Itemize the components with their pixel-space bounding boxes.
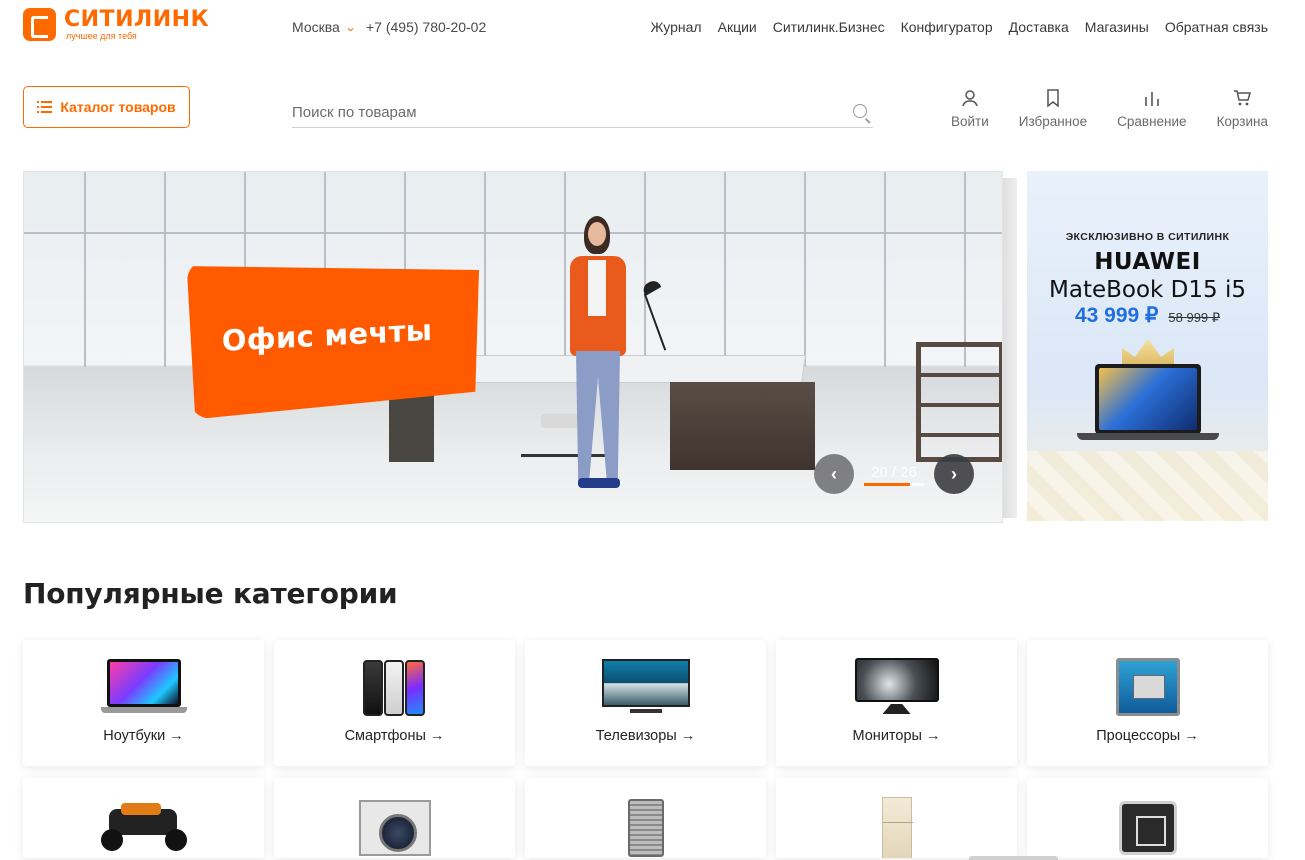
favorites-button[interactable]: Избранное (1019, 88, 1087, 129)
search-bar (292, 98, 873, 128)
cpu-icon (1115, 658, 1180, 716)
category-label: Телевизоры → (595, 728, 696, 744)
chevron-down-icon: ⌄ (344, 21, 357, 34)
side-floor (1027, 451, 1268, 521)
nav-link-promotions[interactable]: Акции (718, 19, 757, 35)
search-icon[interactable] (853, 104, 867, 118)
laptop-base (1077, 433, 1219, 440)
search-input[interactable] (292, 98, 832, 121)
smartphone-icon (362, 658, 427, 716)
logo-name: СИТИЛИНК (64, 7, 210, 32)
control-panel-icon (1118, 801, 1177, 855)
cart-label: Корзина (1216, 114, 1268, 129)
banner-stack-edge (1001, 178, 1017, 518)
side-exclusive-label: ЭКСКЛЮЗИВНО В СИТИЛИНК (1065, 231, 1230, 243)
washing-machine-icon (358, 800, 431, 856)
category-grid: Ноутбуки → Смартфоны → Телевизоры → Мони… (23, 640, 1268, 858)
laptop-image (1095, 364, 1201, 434)
login-button[interactable]: Войти (951, 88, 989, 129)
nav-link-stores[interactable]: Магазины (1085, 19, 1149, 35)
promo-title: Офис мечты (221, 312, 433, 358)
chevron-right-icon: › (951, 463, 957, 484)
compare-label: Сравнение (1117, 114, 1187, 129)
top-bar: СИТИЛИНК лучшее для тебя Москва ⌄ +7 (49… (0, 0, 1305, 56)
lawn-mower-icon (99, 801, 189, 855)
category-card-fridges[interactable] (776, 778, 1017, 858)
top-nav: Журнал Акции Ситилинк.Бизнес Конфигурато… (651, 19, 1268, 35)
category-card-laptops[interactable]: Ноутбуки → (23, 640, 264, 766)
promo-banner[interactable]: Офис мечты ‹ 20 / 26 › (23, 171, 1003, 523)
nav-link-delivery[interactable]: Доставка (1009, 19, 1069, 35)
catalog-button[interactable]: Каталог товаров (23, 86, 190, 128)
category-card-tvs[interactable]: Телевизоры → (525, 640, 766, 766)
category-card-washing-machines[interactable] (274, 778, 515, 858)
slide-prev-button[interactable]: ‹ (814, 454, 854, 494)
side-price: 43 999 ₽ (1074, 304, 1159, 327)
slide-progress (864, 483, 924, 486)
promo-badge: Офис мечты (187, 244, 482, 419)
nav-link-journal[interactable]: Журнал (651, 19, 702, 35)
category-card-monitors[interactable]: Мониторы → (776, 640, 1017, 766)
slide-counter: 20 / 26 (871, 464, 917, 481)
nav-link-feedback[interactable]: Обратная связь (1165, 19, 1268, 35)
cart-button[interactable]: Корзина (1217, 88, 1268, 129)
category-label: Мониторы → (852, 728, 941, 744)
side-brand: HUAWEI (1094, 249, 1201, 275)
category-label: Смартфоны → (344, 728, 445, 744)
category-card-smartphones[interactable]: Смартфоны → (274, 640, 515, 766)
city-selector[interactable]: Москва ⌄ (292, 19, 357, 35)
banner-model (562, 216, 632, 506)
monitor-icon (854, 658, 939, 716)
category-card-lawn-mowers[interactable] (23, 778, 264, 858)
compare-icon (1145, 92, 1159, 106)
banner-floor (24, 367, 1002, 522)
category-card-air-purifiers[interactable] (525, 778, 766, 858)
shelf (916, 342, 1002, 462)
side-model: MateBook D15 i5 (1049, 277, 1246, 303)
slide-progress-fill (864, 483, 911, 486)
logo[interactable]: СИТИЛИНК лучшее для тебя (23, 8, 209, 41)
user-icon (962, 90, 978, 107)
list-icon (37, 100, 53, 114)
section-title: Популярные категории (23, 577, 398, 610)
phone-number[interactable]: +7 (495) 780-20-02 (366, 19, 486, 35)
logo-tagline: лучшее для тебя (66, 31, 137, 41)
header-actions: Войти Избранное Сравнение Корзина (951, 88, 1268, 129)
bookmark-icon (1047, 89, 1059, 108)
nav-link-configurator[interactable]: Конфигуратор (901, 19, 993, 35)
category-card-control-panels[interactable] (1027, 778, 1268, 858)
side-old-price: 58 999 ₽ (1168, 310, 1221, 325)
laptop-icon (100, 659, 187, 715)
logo-icon (23, 8, 56, 41)
chevron-left-icon: ‹ (831, 463, 837, 484)
category-label: Процессоры → (1096, 728, 1199, 744)
tv-icon (601, 659, 690, 715)
nav-link-business[interactable]: Ситилинк.Бизнес (773, 19, 885, 35)
category-card-processors[interactable]: Процессоры → (1027, 640, 1268, 766)
desk-lamp (634, 278, 682, 352)
slide-next-button[interactable]: › (934, 454, 974, 494)
compare-button[interactable]: Сравнение (1117, 88, 1187, 129)
cart-icon (1234, 90, 1252, 106)
desk-cabinet (670, 382, 815, 470)
fridge-icon (881, 797, 913, 858)
catalog-button-label: Каталог товаров (60, 99, 176, 115)
scroll-tab[interactable] (969, 856, 1058, 860)
air-purifier-icon (627, 799, 664, 857)
login-label: Войти (950, 114, 989, 129)
side-promo-banner[interactable]: ЭКСКЛЮЗИВНО В СИТИЛИНК HUAWEI MateBook D… (1027, 171, 1268, 521)
city-label: Москва (292, 19, 340, 35)
category-label: Ноутбуки → (103, 728, 184, 744)
favorites-label: Избранное (1018, 114, 1088, 129)
